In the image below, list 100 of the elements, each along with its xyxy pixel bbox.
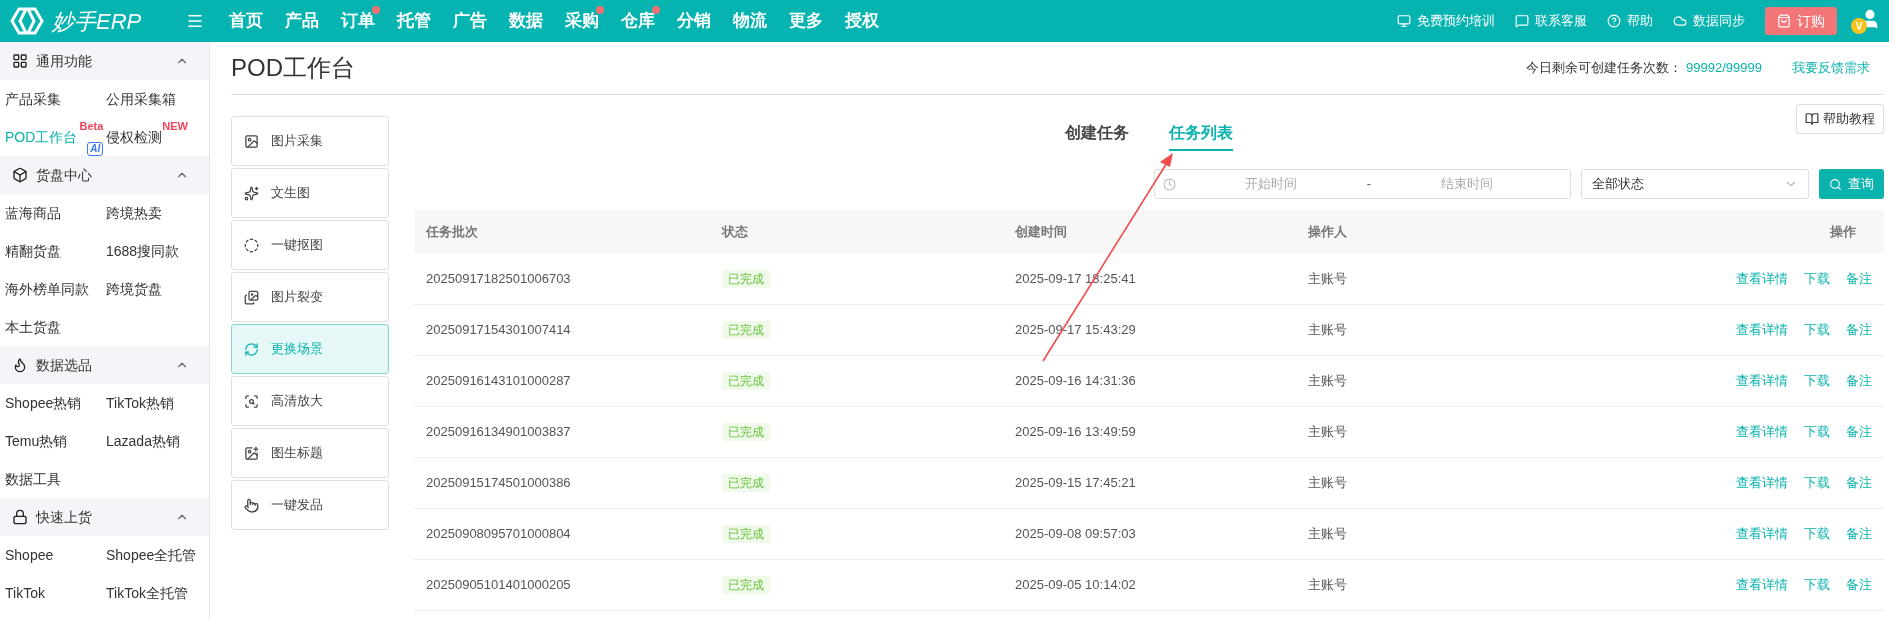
nav-item[interactable]: 数据 — [498, 8, 554, 34]
sidebar-item[interactable]: TikTok全托管 — [106, 574, 209, 612]
table-cell: 2025-09-05 10:14:02 — [1003, 559, 1296, 610]
table-cell: 主账号 — [1296, 355, 1589, 406]
cloud-icon — [1673, 14, 1687, 28]
sidebar-item[interactable]: TikTok热销 — [106, 384, 209, 422]
action-link[interactable]: 查看详情 — [1736, 270, 1788, 286]
tool-card[interactable]: 高清放大 — [231, 376, 389, 426]
quota-text: 今日剩余可创建任务次数： — [1526, 59, 1683, 78]
brand-name: 妙手ERP — [52, 7, 142, 36]
sidebar-section-header[interactable]: 货盘中心 — [0, 156, 209, 194]
sidebar-item[interactable]: 跨境热卖 — [106, 194, 209, 232]
sidebar-item[interactable]: 精翻货盘 — [5, 232, 106, 270]
tool-card[interactable]: 一键抠图 — [231, 220, 389, 270]
date-range-field[interactable]: 开始时间 - 结束时间 — [1154, 169, 1571, 199]
chat-icon — [1515, 14, 1529, 28]
nav-item[interactable]: 仓库 — [610, 8, 666, 34]
nav-item[interactable]: 订单 — [330, 8, 386, 34]
action-link[interactable]: 备注 — [1846, 423, 1872, 439]
query-button[interactable]: 查询 — [1819, 169, 1884, 199]
action-link[interactable]: 查看详情 — [1736, 372, 1788, 388]
sidebar-item[interactable]: 1688搜同款 — [106, 232, 209, 270]
sidebar-section-header[interactable]: 快速上货 — [0, 498, 209, 536]
cube-icon — [12, 167, 28, 183]
tool-card[interactable]: 图片裂变 — [231, 272, 389, 322]
avatar[interactable]: V — [1851, 8, 1881, 34]
tool-card[interactable]: 一键发品 — [231, 480, 389, 530]
sidebar-item[interactable]: TikTok — [5, 574, 106, 612]
action-link[interactable]: 下载 — [1804, 270, 1830, 286]
action-link[interactable]: 备注 — [1846, 321, 1872, 337]
status-select[interactable]: 全部状态 — [1581, 169, 1809, 199]
tool-card[interactable]: 图片采集 — [231, 116, 389, 166]
action-link[interactable]: 下载 — [1804, 576, 1830, 592]
action-link[interactable]: 下载 — [1804, 321, 1830, 337]
action-link[interactable]: 备注 — [1846, 270, 1872, 286]
header-link[interactable]: 免费预约培训 — [1397, 11, 1495, 31]
order-button[interactable]: 订购 — [1765, 7, 1837, 35]
header-link[interactable]: 联系客服 — [1515, 11, 1587, 31]
sidebar-item[interactable]: 产品采集 — [5, 80, 106, 118]
feedback-link[interactable]: 我要反馈需求 — [1792, 58, 1870, 78]
sidebar-item[interactable]: 侵权检测 NEW — [106, 118, 209, 156]
sidebar-item[interactable]: POD工作台 Beta AI — [5, 118, 106, 156]
table-cell: 20250908095701000804 — [414, 508, 710, 559]
status-tag: 已完成 — [722, 269, 770, 288]
action-link[interactable]: 下载 — [1804, 525, 1830, 541]
sidebar-item[interactable]: 海外榜单同款 — [5, 270, 106, 308]
sidebar-item[interactable]: Temu热销 — [5, 422, 106, 460]
grid-icon — [12, 53, 28, 69]
table-cell: 20250916143101000287 — [414, 355, 710, 406]
sidebar-item[interactable]: 跨境货盘 — [106, 270, 209, 308]
header-link[interactable]: 帮助 — [1607, 11, 1653, 31]
action-link[interactable]: 备注 — [1846, 576, 1872, 592]
nav-item[interactable]: 产品 — [274, 8, 330, 34]
table-cell: 2025-09-08 09:57:03 — [1003, 508, 1296, 559]
action-link[interactable]: 备注 — [1846, 525, 1872, 541]
tab[interactable]: 创建任务 — [1065, 121, 1129, 151]
sidebar-item[interactable]: 本土货盘 — [5, 308, 106, 346]
help-icon — [1607, 14, 1621, 28]
nav-item[interactable]: 授权 — [834, 8, 890, 34]
nav-item[interactable]: 采购 — [554, 8, 610, 34]
action-link[interactable]: 下载 — [1804, 474, 1830, 490]
nav-item[interactable]: 更多 — [778, 8, 834, 34]
action-link[interactable]: 查看详情 — [1736, 321, 1788, 337]
scan-icon — [244, 393, 259, 409]
sparkle-icon — [244, 185, 259, 201]
action-link[interactable]: 查看详情 — [1736, 576, 1788, 592]
header-link[interactable]: 数据同步 — [1673, 11, 1745, 31]
monitor-icon — [1397, 14, 1411, 28]
sidebar-section-header[interactable]: 数据选品 — [0, 346, 209, 384]
refresh-icon — [244, 341, 259, 357]
tool-card[interactable]: 文生图 — [231, 168, 389, 218]
tab[interactable]: 任务列表 — [1169, 121, 1233, 151]
action-link[interactable]: 查看详情 — [1736, 525, 1788, 541]
nav-item[interactable]: 广告 — [442, 8, 498, 34]
action-link[interactable]: 备注 — [1846, 372, 1872, 388]
sidebar-item[interactable]: 蓝海商品 — [5, 194, 106, 232]
menu-icon[interactable] — [186, 12, 204, 30]
sidebar-section-header[interactable]: 通用功能 — [0, 42, 209, 80]
status-tag: 已完成 — [722, 473, 770, 492]
action-link[interactable]: 查看详情 — [1736, 423, 1788, 439]
sidebar-item[interactable]: Shopee — [5, 536, 106, 574]
table-cell: 2025-09-16 14:31:36 — [1003, 355, 1296, 406]
action-link[interactable]: 下载 — [1804, 423, 1830, 439]
action-link[interactable]: 备注 — [1846, 474, 1872, 490]
help-tutorial-button[interactable]: 帮助教程 — [1796, 104, 1884, 134]
sidebar-item[interactable]: Lazada热销 — [106, 422, 209, 460]
action-link[interactable]: 查看详情 — [1736, 474, 1788, 490]
nav-item[interactable]: 首页 — [218, 8, 274, 34]
column-header: 创建时间 — [1003, 210, 1296, 253]
tool-card[interactable]: 图生标题 — [231, 428, 389, 478]
sidebar-item[interactable]: 公用采集箱 — [106, 80, 209, 118]
table-cell: 20250905101401000205 — [414, 559, 710, 610]
tool-card[interactable]: 更换场景 — [231, 324, 389, 374]
nav-item[interactable]: 物流 — [722, 8, 778, 34]
sidebar-item[interactable]: Shopee全托管 — [106, 536, 209, 574]
sidebar-item[interactable]: 数据工具 — [5, 460, 106, 498]
nav-item[interactable]: 分销 — [666, 8, 722, 34]
sidebar-item[interactable]: Shopee热销 — [5, 384, 106, 422]
nav-item[interactable]: 托管 — [386, 8, 442, 34]
action-link[interactable]: 下载 — [1804, 372, 1830, 388]
